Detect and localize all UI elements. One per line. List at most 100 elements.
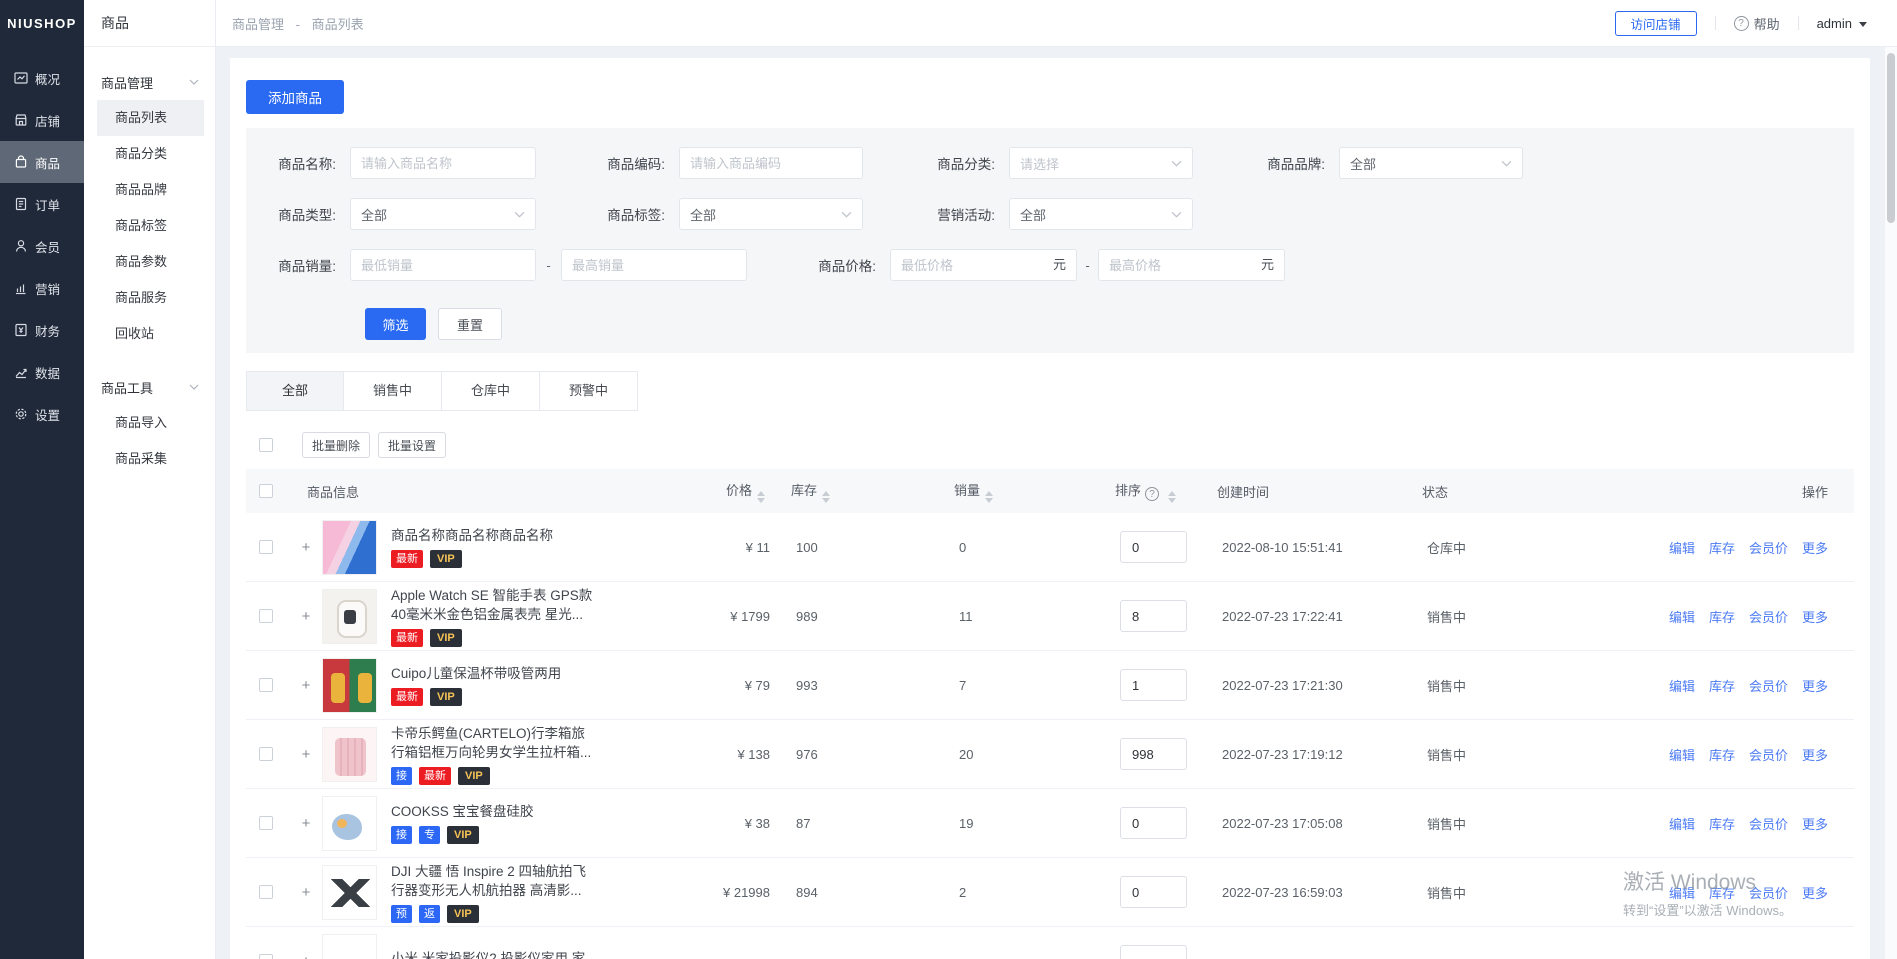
product-title[interactable]: COOKSS 宝宝餐盘硅胶 <box>391 802 678 821</box>
sidebar-item-goods-tag[interactable]: 商品标签 <box>97 208 204 244</box>
edit-link[interactable]: 编辑 <box>1669 748 1695 763</box>
expand-toggle[interactable]: + <box>302 746 311 763</box>
product-title[interactable]: 小米 米家投影仪2 投影仪家用 家 <box>391 949 678 959</box>
row-checkbox[interactable] <box>259 816 273 830</box>
rail-item-settings[interactable]: 设置 <box>0 393 84 435</box>
edit-link[interactable]: 编辑 <box>1669 679 1695 694</box>
expand-toggle[interactable]: + <box>302 953 311 959</box>
filter-reset-button[interactable]: 重置 <box>438 308 502 340</box>
sidebar-item-goods-import[interactable]: 商品导入 <box>97 405 204 441</box>
brand-select[interactable]: 全部 <box>1339 147 1523 179</box>
sort-input[interactable] <box>1120 807 1187 839</box>
product-title[interactable]: 商品名称商品名称商品名称 <box>391 526 678 545</box>
sidebar-item-goods-list[interactable]: 商品列表 <box>97 100 204 136</box>
stock-link[interactable]: 库存 <box>1709 679 1735 694</box>
sort-input[interactable] <box>1120 876 1187 908</box>
edit-link[interactable]: 编辑 <box>1669 541 1695 556</box>
expand-toggle[interactable]: + <box>302 539 311 556</box>
sort-input[interactable] <box>1120 669 1187 701</box>
member-price-link[interactable]: 会员价 <box>1749 541 1788 556</box>
sidebar-item-goods-category[interactable]: 商品分类 <box>97 136 204 172</box>
more-link[interactable]: 更多 <box>1802 748 1828 763</box>
filter-submit-button[interactable]: 筛选 <box>365 308 426 340</box>
tag-select[interactable]: 全部 <box>679 198 863 230</box>
sales-min-input[interactable] <box>350 249 536 281</box>
product-image[interactable] <box>322 658 377 713</box>
submenu-group-goods-manage[interactable]: 商品管理 <box>84 64 215 100</box>
expand-toggle[interactable]: + <box>302 608 311 625</box>
rail-item-shop[interactable]: 店铺 <box>0 99 84 141</box>
product-title[interactable]: 卡帝乐鳄鱼(CARTELO)行李箱旅 <box>391 724 678 743</box>
member-price-link[interactable]: 会员价 <box>1749 679 1788 694</box>
product-image[interactable] <box>322 520 377 575</box>
stock-link[interactable]: 库存 <box>1709 817 1735 832</box>
batch-setting-button[interactable]: 批量设置 <box>378 432 446 458</box>
edit-link[interactable]: 编辑 <box>1669 817 1695 832</box>
price-max-input[interactable] <box>1098 249 1285 281</box>
product-image[interactable] <box>322 865 377 920</box>
sort-input[interactable] <box>1120 600 1187 632</box>
product-code-input[interactable] <box>679 147 863 179</box>
more-link[interactable]: 更多 <box>1802 541 1828 556</box>
sort-input[interactable] <box>1120 738 1187 770</box>
product-image[interactable] <box>322 934 377 959</box>
tab-all[interactable]: 全部 <box>246 371 344 411</box>
sort-help-icon[interactable]: ? <box>1145 487 1159 501</box>
edit-link[interactable]: 编辑 <box>1669 886 1695 901</box>
row-checkbox[interactable] <box>259 747 273 761</box>
more-link[interactable]: 更多 <box>1802 817 1828 832</box>
member-price-link[interactable]: 会员价 <box>1749 748 1788 763</box>
product-title-line2[interactable]: 40毫米米金色铝金属表壳 星光... <box>391 605 678 624</box>
batch-delete-button[interactable]: 批量删除 <box>302 432 370 458</box>
sidebar-item-goods-brand[interactable]: 商品品牌 <box>97 172 204 208</box>
visit-shop-button[interactable]: 访问店铺 <box>1615 11 1697 36</box>
type-select[interactable]: 全部 <box>350 198 536 230</box>
expand-toggle[interactable]: + <box>302 815 311 832</box>
row-checkbox[interactable] <box>259 609 273 623</box>
sort-input[interactable] <box>1120 945 1187 959</box>
stock-link[interactable]: 库存 <box>1709 886 1735 901</box>
user-menu[interactable]: admin <box>1817 16 1867 31</box>
submenu-group-goods-tools[interactable]: 商品工具 <box>84 369 215 405</box>
rail-item-overview[interactable]: 概况 <box>0 57 84 99</box>
member-price-link[interactable]: 会员价 <box>1749 817 1788 832</box>
rail-item-members[interactable]: 会员 <box>0 225 84 267</box>
tab-in-warehouse[interactable]: 仓库中 <box>442 371 540 411</box>
rail-item-data[interactable]: 数据 <box>0 351 84 393</box>
product-image[interactable] <box>322 589 377 644</box>
scrollbar-thumb[interactable] <box>1887 53 1895 223</box>
sidebar-item-goods-collect[interactable]: 商品采集 <box>97 441 204 477</box>
row-checkbox[interactable] <box>259 540 273 554</box>
product-title[interactable]: Apple Watch SE 智能手表 GPS款 <box>391 586 678 605</box>
category-select[interactable]: 请选择 <box>1009 147 1193 179</box>
stock-link[interactable]: 库存 <box>1709 610 1735 625</box>
sidebar-item-recycle-bin[interactable]: 回收站 <box>97 316 204 352</box>
sales-max-input[interactable] <box>561 249 747 281</box>
sort-sorter[interactable] <box>1168 491 1176 503</box>
row-checkbox[interactable] <box>259 885 273 899</box>
member-price-link[interactable]: 会员价 <box>1749 610 1788 625</box>
help-button[interactable]: ? 帮助 <box>1734 14 1780 33</box>
expand-toggle[interactable]: + <box>302 884 311 901</box>
breadcrumb-parent[interactable]: 商品管理 <box>232 17 284 32</box>
tab-on-sale[interactable]: 销售中 <box>344 371 442 411</box>
more-link[interactable]: 更多 <box>1802 886 1828 901</box>
header-checkbox[interactable] <box>259 484 273 498</box>
rail-item-goods[interactable]: 商品 <box>0 141 84 183</box>
activity-select[interactable]: 全部 <box>1009 198 1193 230</box>
product-title-line2[interactable]: 行器变形无人机航拍器 高清影... <box>391 881 678 900</box>
product-name-input[interactable] <box>350 147 536 179</box>
product-title[interactable]: Cuipo儿童保温杯带吸管两用 <box>391 664 678 683</box>
stock-sorter[interactable] <box>822 491 830 503</box>
member-price-link[interactable]: 会员价 <box>1749 886 1788 901</box>
product-title[interactable]: DJI 大疆 悟 Inspire 2 四轴航拍飞 <box>391 862 678 881</box>
product-image[interactable] <box>322 727 377 782</box>
row-checkbox[interactable] <box>259 954 273 959</box>
more-link[interactable]: 更多 <box>1802 610 1828 625</box>
price-min-input[interactable] <box>890 249 1077 281</box>
row-checkbox[interactable] <box>259 678 273 692</box>
rail-item-finance[interactable]: 财务 <box>0 309 84 351</box>
sidebar-item-goods-service[interactable]: 商品服务 <box>97 280 204 316</box>
sales-sorter[interactable] <box>985 491 993 503</box>
expand-toggle[interactable]: + <box>302 677 311 694</box>
